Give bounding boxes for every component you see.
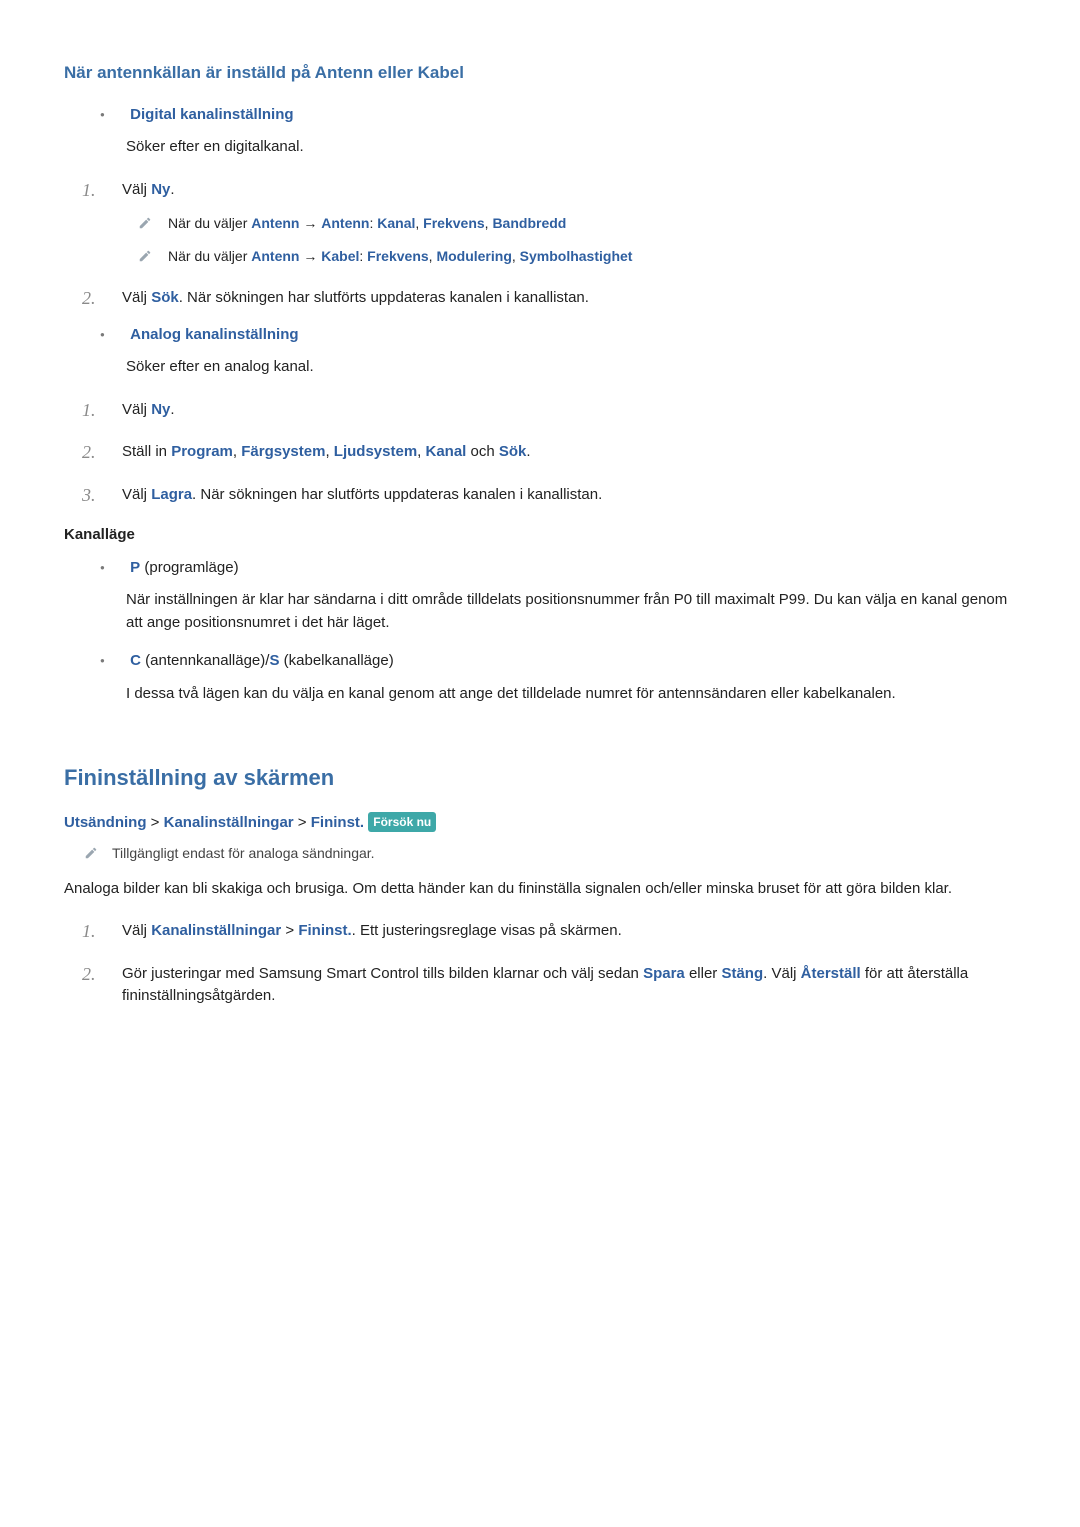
- step-text: Välj Ny.: [122, 401, 175, 418]
- step-text: Välj Ny.: [122, 181, 175, 198]
- step-text: Ställ in Program, Färgsystem, Ljudsystem…: [122, 443, 531, 460]
- mode-desc: I dessa två lägen kan du välja en kanal …: [126, 683, 1016, 706]
- note-item: Tillgängligt endast för analoga sändning…: [74, 843, 1016, 864]
- step-number: 1.: [82, 918, 96, 945]
- section2-body: Analoga bilder kan bli skakiga och brusi…: [64, 878, 1016, 901]
- note-item: När du väljer Antenn → Kabel: Frekvens, …: [138, 246, 1016, 267]
- analog-desc: Söker efter en analog kanal.: [126, 356, 1016, 379]
- kanallage-heading: Kanalläge: [64, 524, 1016, 547]
- mode-desc: När inställningen är klar har sändarna i…: [126, 589, 1016, 634]
- analog-title: Analog kanalinställning: [130, 326, 298, 343]
- digital-desc: Söker efter en digitalkanal.: [126, 136, 1016, 159]
- pencil-icon: [138, 248, 152, 269]
- kanallage-list: P (programläge) När inställningen är kla…: [100, 557, 1016, 706]
- mode-label: P (programläge): [130, 559, 238, 576]
- step-number: 1.: [82, 177, 96, 204]
- analog-steps: 1. Välj Ny. 2. Ställ in Program, Färgsys…: [82, 399, 1016, 507]
- step-number: 2.: [82, 285, 96, 312]
- digital-title: Digital kanalinställning: [130, 106, 293, 123]
- step-number: 2.: [82, 439, 96, 466]
- step-text: Välj Lagra. När sökningen har slutförts …: [122, 486, 602, 503]
- digital-list: Digital kanalinställning Söker efter en …: [100, 104, 1016, 159]
- section2-heading: Fininställning av skärmen: [64, 761, 1016, 794]
- section-heading: När antennkällan är inställd på Antenn e…: [64, 60, 1016, 86]
- mode-label: C (antennkanalläge)/S (kabelkanalläge): [130, 652, 394, 669]
- pencil-icon: [84, 845, 98, 866]
- breadcrumb-path: Utsändning > Kanalinställningar > Finins…: [64, 812, 1016, 835]
- pencil-icon: [138, 215, 152, 236]
- step-text: Välj Sök. När sökningen har slutförts up…: [122, 289, 589, 306]
- note-item: När du väljer Antenn → Antenn: Kanal, Fr…: [138, 213, 1016, 234]
- digital-steps: 1. Välj Ny. När du väljer Antenn → Anten…: [82, 179, 1016, 310]
- analog-list: Analog kanalinställning Söker efter en a…: [100, 324, 1016, 379]
- step-number: 1.: [82, 397, 96, 424]
- step-text: Välj Kanalinställningar > Fininst.. Ett …: [122, 922, 622, 939]
- step-text: Gör justeringar med Samsung Smart Contro…: [122, 965, 968, 1005]
- step-number: 3.: [82, 482, 96, 509]
- section2-steps: 1. Välj Kanalinställningar > Fininst.. E…: [82, 920, 1016, 1008]
- step-number: 2.: [82, 961, 96, 988]
- try-now-badge[interactable]: Försök nu: [368, 812, 436, 832]
